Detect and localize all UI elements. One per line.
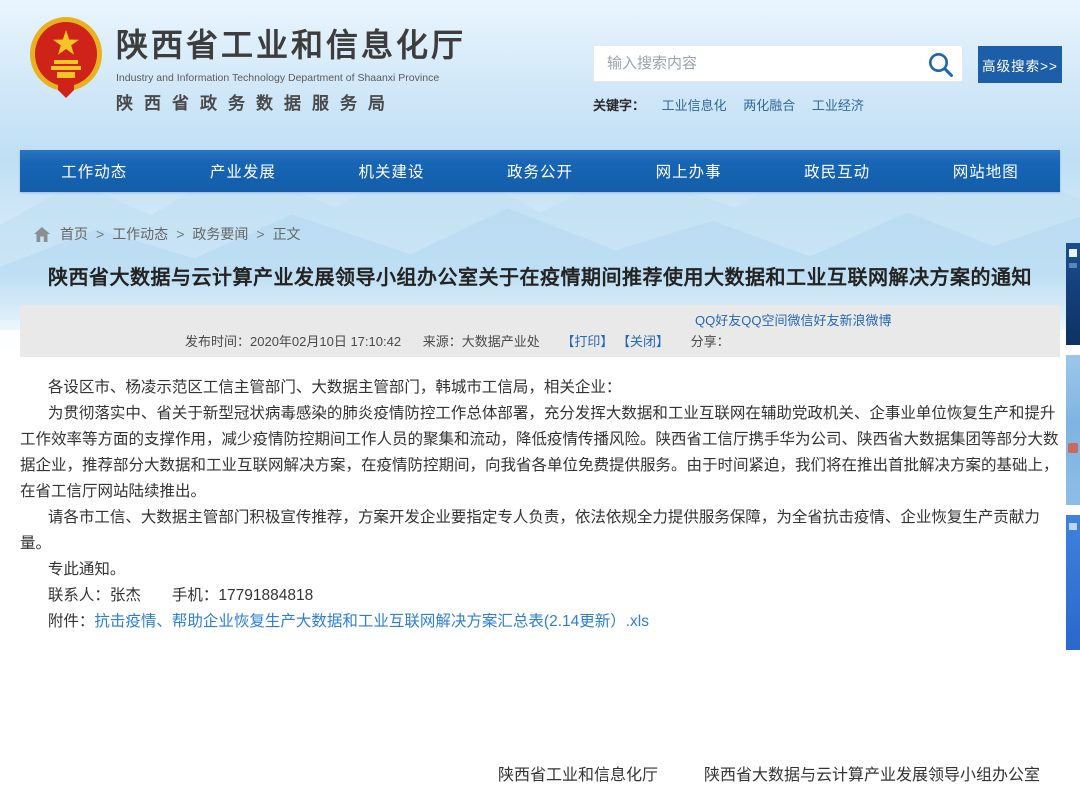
- article-source: 来源：大数据产业处: [423, 334, 540, 349]
- advanced-search-button[interactable]: 高级搜索>>: [978, 46, 1062, 83]
- floating-widget-partial-3[interactable]: [1066, 515, 1080, 650]
- floating-widget-partial-2[interactable]: [1066, 355, 1080, 505]
- search-icon[interactable]: [927, 51, 954, 78]
- print-button[interactable]: 【打印】: [561, 334, 613, 349]
- breadcrumb-separator: >: [256, 226, 264, 242]
- keyword-link[interactable]: 两化融合: [743, 98, 795, 113]
- signature-org-2: 陕西省大数据与云计算产业发展领导小组办公室: [704, 763, 1040, 789]
- page: 陕西省工业和信息化厅 Industry and Information Tech…: [0, 0, 1080, 801]
- header-zone: 陕西省工业和信息化厅 Industry and Information Tech…: [0, 0, 1080, 362]
- nav-item-agency[interactable]: 机关建设: [317, 150, 466, 192]
- breadcrumb-separator: >: [96, 226, 104, 242]
- site-title: 陕西省工业和信息化厅: [116, 20, 466, 66]
- signature-org-1: 陕西省工业和信息化厅: [498, 763, 658, 789]
- home-icon: [34, 227, 50, 242]
- signature-block: 陕西省工业和信息化厅 陕西省大数据与云计算产业发展领导小组办公室 2020年2月…: [20, 763, 1060, 801]
- search-area: 高级搜索>> 关键字： 工业信息化 两化融合 工业经济: [593, 45, 963, 114]
- article-body: 各设区市、杨凌示范区工信主管部门、大数据主管部门，韩城市工信局，相关企业： 为贯…: [0, 362, 1080, 801]
- nav-item-interaction[interactable]: 政民互动: [763, 150, 912, 192]
- attachment-label: 附件：: [48, 613, 95, 630]
- national-emblem-logo[interactable]: [28, 16, 104, 98]
- attachment-link[interactable]: 抗击疫情、帮助企业恢复生产大数据和工业互联网解决方案汇总表(2.14更新）.xl…: [94, 613, 649, 630]
- site-branding: 陕西省工业和信息化厅 Industry and Information Tech…: [116, 20, 466, 114]
- breadcrumb: 首页 > 工作动态 > 政务要闻 > 正文: [0, 192, 1080, 244]
- site-header: 陕西省工业和信息化厅 Industry and Information Tech…: [0, 0, 1080, 150]
- site-subtitle: 陕西省政务数据服务局: [116, 89, 466, 114]
- breadcrumb-separator: >: [176, 226, 184, 242]
- keyword-link[interactable]: 工业信息化: [662, 98, 727, 113]
- nav-item-work-updates[interactable]: 工作动态: [20, 150, 169, 192]
- nav-item-online-service[interactable]: 网上办事: [614, 150, 763, 192]
- nav-item-industry[interactable]: 产业发展: [169, 150, 318, 192]
- search-box: 高级搜索>>: [593, 45, 963, 82]
- signature-orgs: 陕西省工业和信息化厅 陕西省大数据与云计算产业发展领导小组办公室: [20, 763, 1060, 789]
- breadcrumb-gov-news[interactable]: 政务要闻: [192, 224, 248, 244]
- paragraph-body-2: 请各市工信、大数据主管部门积极宣传推荐，方案开发企业要指定专人负责，依法依规全力…: [20, 505, 1060, 557]
- contact-line: 联系人：张杰 手机：17791884818: [20, 583, 1060, 609]
- share-links[interactable]: QQ好友QQ空间微信好友新浪微博: [695, 310, 891, 329]
- article-title: 陕西省大数据与云计算产业发展领导小组办公室关于在疫情期间推荐使用大数据和工业互联…: [0, 261, 1080, 290]
- keywords-label: 关键字：: [593, 98, 645, 113]
- hot-keywords-row: 关键字： 工业信息化 两化融合 工业经济: [593, 95, 963, 114]
- nav-item-sitemap[interactable]: 网站地图: [911, 150, 1060, 192]
- article-meta-bar: QQ好友QQ空间微信好友新浪微博 发布时间：2020年02月10日 17:10:…: [20, 305, 1060, 357]
- paragraph-body-1: 为贯彻落实中、省关于新型冠状病毒感染的肺炎疫情防控工作总体部署，充分发挥大数据和…: [20, 401, 1060, 505]
- share-label: 分享：: [691, 334, 730, 349]
- paragraph-closing: 专此通知。: [20, 557, 1060, 583]
- breadcrumb-home[interactable]: 首页: [60, 224, 88, 244]
- publish-time: 发布时间：2020年02月10日 17:10:42: [185, 334, 401, 349]
- national-emblem-icon: [28, 16, 104, 98]
- article-meta-row: 发布时间：2020年02月10日 17:10:42 来源：大数据产业处 【打印】…: [185, 331, 730, 350]
- paragraph-salutation: 各设区市、杨凌示范区工信主管部门、大数据主管部门，韩城市工信局，相关企业：: [20, 375, 1060, 401]
- main-navigation: 工作动态 产业发展 机关建设 政务公开 网上办事 政民互动 网站地图: [20, 150, 1060, 192]
- site-title-english: Industry and Information Technology Depa…: [116, 72, 466, 84]
- keyword-link[interactable]: 工业经济: [812, 98, 864, 113]
- nav-item-gov-disclosure[interactable]: 政务公开: [466, 150, 615, 192]
- floating-widget-partial-1[interactable]: [1066, 243, 1080, 345]
- breadcrumb-current: 正文: [273, 224, 301, 244]
- breadcrumb-work-updates[interactable]: 工作动态: [112, 224, 168, 244]
- search-input[interactable]: [594, 46, 924, 81]
- attachment-line: 附件：抗击疫情、帮助企业恢复生产大数据和工业互联网解决方案汇总表(2.14更新）…: [20, 609, 1060, 635]
- close-button[interactable]: 【关闭】: [617, 334, 669, 349]
- article-header-area: 首页 > 工作动态 > 政务要闻 > 正文 陕西省大数据与云计算产业发展领导小组…: [0, 192, 1080, 357]
